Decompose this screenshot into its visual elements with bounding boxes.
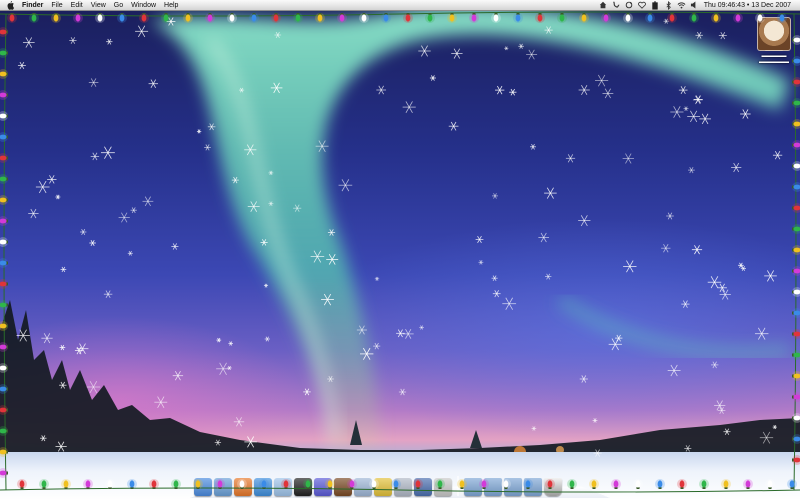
menu-extras: Thu 09:46:43 • 13 Dec 2007 [597, 0, 800, 11]
volume-icon[interactable] [689, 0, 700, 11]
desktop-item-image[interactable]: ▬▬▬▬▬ ▬▬▬▬▬▬ [750, 17, 798, 73]
battery-icon[interactable] [650, 0, 661, 11]
dock-separator [457, 476, 459, 496]
menu-help[interactable]: Help [160, 0, 182, 11]
menu-bar: Finder File Edit View Go Window Help Thu… [0, 0, 800, 11]
dock [190, 466, 610, 500]
firefox-icon[interactable] [234, 478, 252, 496]
safari-icon[interactable] [254, 478, 272, 496]
menu-edit[interactable]: Edit [67, 0, 87, 11]
desktop-item-label: ▬▬▬▬▬ ▬▬▬▬▬▬ [759, 53, 789, 65]
bluetooth-icon[interactable] [663, 0, 674, 11]
disk-utility-icon[interactable] [434, 478, 452, 496]
itunes-icon[interactable] [274, 478, 292, 496]
photo-icon[interactable] [394, 478, 412, 496]
menu-go[interactable]: Go [110, 0, 127, 11]
trash-icon[interactable] [544, 478, 562, 496]
terminal-icon[interactable] [294, 478, 312, 496]
dock-items [194, 476, 562, 496]
wifi-icon[interactable] [676, 0, 687, 11]
home-icon[interactable] [598, 0, 609, 11]
hard-drive-image-icon [757, 17, 791, 51]
sap-icon[interactable] [414, 478, 432, 496]
finder-icon[interactable] [194, 478, 212, 496]
menu-clock[interactable]: Thu 09:46:43 • 13 Dec 2007 [701, 0, 794, 11]
script-icon[interactable] [611, 0, 622, 11]
menu-window[interactable]: Window [127, 0, 160, 11]
treeline-image [0, 300, 800, 460]
heart-icon[interactable] [637, 0, 648, 11]
menu-finder[interactable]: Finder [18, 0, 47, 11]
folder-icon[interactable] [524, 478, 542, 496]
squirrel-icon[interactable] [334, 478, 352, 496]
neooffice-icon[interactable] [374, 478, 392, 496]
camino-icon[interactable] [314, 478, 332, 496]
folder-icon[interactable] [504, 478, 522, 496]
sync-icon[interactable] [624, 0, 635, 11]
folder-icon[interactable] [484, 478, 502, 496]
menu-view[interactable]: View [87, 0, 110, 11]
menu-file[interactable]: File [47, 0, 66, 11]
preview-icon[interactable] [214, 478, 232, 496]
folder-icon[interactable] [464, 478, 482, 496]
mail-icon[interactable] [354, 478, 372, 496]
apple-icon[interactable] [4, 0, 18, 11]
